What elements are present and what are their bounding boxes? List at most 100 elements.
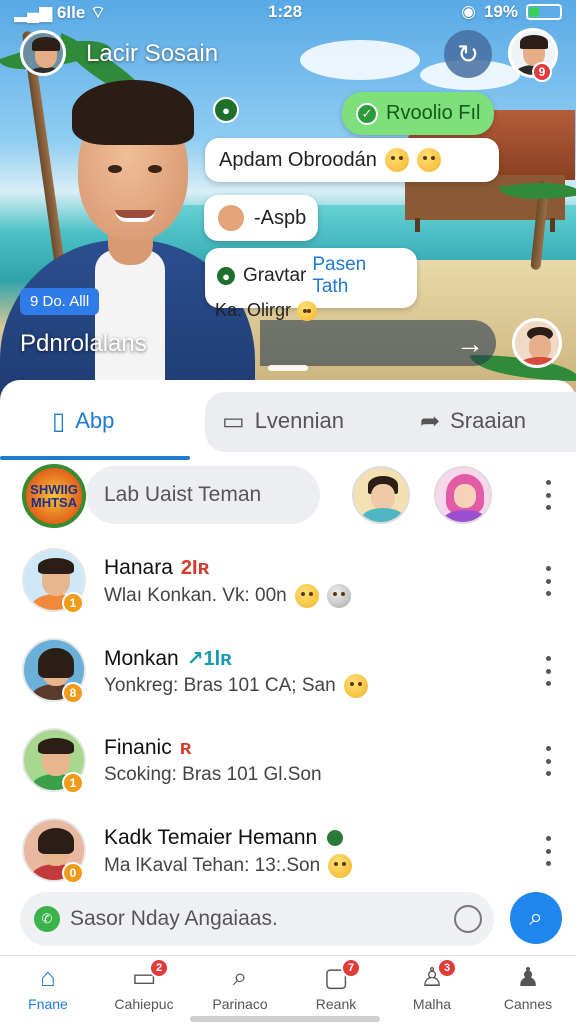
home-indicator	[190, 1016, 380, 1022]
chat-bubble-small[interactable]: -Aspb	[204, 195, 319, 241]
list-item[interactable]: 1 Hanara 2Iʀ Wlaı Konkan. Vk: 00n	[0, 540, 576, 630]
level-chip: 9 Do. Alll	[20, 288, 100, 315]
username: Lacir Sosain	[86, 40, 219, 67]
battery-percent: 19%	[483, 2, 518, 21]
contact-name: Hanara	[104, 556, 173, 579]
tab-label: Lvennian	[254, 408, 344, 433]
more-options-icon[interactable]	[540, 746, 556, 776]
game-bubble-highlight: Pasen Tath	[312, 254, 367, 297]
search-bar[interactable]: ✆ Sasor Nday Angaiaas.	[20, 892, 494, 946]
more-options-icon[interactable]	[540, 656, 556, 686]
more-options-icon[interactable]	[540, 836, 556, 866]
more-options-icon[interactable]	[540, 566, 556, 596]
nav-badge: 2	[149, 958, 169, 978]
list-item[interactable]: 1 Finanic ʀ Scoking: Bras 101 Gl.Son	[0, 720, 576, 810]
emoji-icon	[328, 854, 353, 878]
tab-share[interactable]: ➦ Sraaian	[420, 390, 526, 452]
game-icon	[325, 828, 346, 848]
contact-subtitle: Wlaı Konkan. Vk: 00n	[104, 585, 287, 606]
nav-badge: 7	[341, 958, 361, 978]
friend-mini-avatar	[216, 203, 246, 233]
contact-sub-wrap: Scoking: Bras 101 Gl.Son	[104, 764, 322, 786]
tab-label: Sraaian	[450, 408, 526, 433]
friend-avatar[interactable]	[352, 466, 410, 524]
nav-label: Cannes	[503, 996, 553, 1012]
nav-messages[interactable]: ▢ 7 Reank	[288, 958, 384, 1022]
contact-tag: ↗1lʀ	[186, 648, 232, 670]
book-icon: ▯	[52, 407, 66, 435]
search-icon: ⌕	[232, 961, 248, 991]
skull-emoji-icon	[326, 584, 351, 608]
game-bubble[interactable]: ● Gravtar Pasen Tath Ka. Olirgr	[205, 248, 417, 321]
nav-home[interactable]: ⌂ Fnane	[0, 962, 96, 1022]
alarm-icon: ◉	[461, 2, 476, 21]
tab-app[interactable]: ▯ Abp	[52, 390, 114, 452]
sync-icon[interactable]: ↻	[444, 30, 492, 78]
nav-notifications[interactable]: ♙ 3 Malha	[384, 958, 480, 1022]
contact-name: Monkan	[104, 646, 179, 670]
contact-sub-wrap: Ma lKaval Tehan: 13:.Son	[104, 854, 353, 878]
status-chip-label: Rvoolio Fıl	[386, 102, 481, 124]
search-icon: ⌕	[529, 904, 543, 931]
contact-sub-wrap: Yonkreg: Bras 101 CA; San	[104, 674, 368, 698]
game-icon: ●	[215, 265, 237, 287]
nav-profile[interactable]: ♟ Cannes	[480, 962, 576, 1022]
contact-name-wrap: Kadk Temaier Hemann	[104, 826, 346, 850]
chat-bubble[interactable]: Apdam Obroodán	[205, 138, 499, 182]
contact-name-wrap: Hanara 2Iʀ	[104, 556, 209, 580]
arrow-right-icon[interactable]: →	[456, 328, 484, 360]
hero-friend-avatar[interactable]	[512, 318, 562, 368]
status-chip[interactable]: ✓ Rvoolio Fıl	[342, 92, 495, 135]
game-bubble-title: Gravtar	[243, 265, 307, 286]
nav-label: Reank	[315, 996, 357, 1012]
contact-subtitle: Ma lKaval Tehan: 13:.Son	[104, 855, 321, 876]
chat-bubble-text: Apdam Obroodán	[219, 148, 377, 171]
list-item[interactable]: 0 Kadk Temaier Hemann Ma lKaval Tehan: 1…	[0, 810, 576, 900]
emoji-icon	[416, 148, 441, 172]
more-options-icon[interactable]	[540, 480, 556, 510]
tab-bar: ▯ Abp ▭ Lvennian ➦ Sraaian	[0, 390, 576, 460]
search-input[interactable]: Sasor Nday Angaiaas.	[70, 907, 278, 931]
battery-icon	[526, 4, 562, 20]
chat-bubble-text: -Aspb	[254, 206, 307, 229]
nav-badge: 3	[437, 958, 457, 978]
contact-badge: 1	[62, 772, 84, 794]
contact-tag: ʀ	[179, 736, 192, 759]
nav-label: Fnane	[28, 996, 68, 1012]
contact-subtitle: Scoking: Bras 101 Gl.Son	[104, 764, 322, 785]
message-icon: ▢ 7	[319, 958, 361, 992]
sheet-drag-handle[interactable]	[268, 365, 308, 371]
user-avatar[interactable]	[20, 30, 66, 76]
top-bar: Lacir Sosain ↻ 9	[20, 28, 560, 82]
featured-row: SHWIIG MHTSA Lab Uaist Teman	[0, 460, 576, 530]
contact-badge: 0	[62, 862, 84, 884]
emoji-icon	[384, 148, 409, 172]
game-bubble-sub: Ka. Olirgr	[215, 300, 292, 320]
share-icon: ➦	[420, 407, 441, 435]
hero-banner: 9 Do. Alll Pdnrolalans → ▂▄▆ 6lle ⌔ 1:28…	[0, 0, 576, 400]
contact-name: Kadk Temaier Hemann	[104, 826, 318, 849]
person-icon: ♟	[516, 961, 540, 992]
nav-label: Parinaco	[212, 996, 268, 1012]
nav-computer[interactable]: ▭ 2 Cahiepuc	[96, 958, 192, 1022]
hero-label: Pdnrolalans	[20, 330, 147, 357]
contact-name: Finanic	[104, 736, 172, 759]
nav-search[interactable]: ⌕ Parinaco	[192, 961, 288, 1022]
chat-bubble-icon: ✆	[34, 906, 60, 932]
friend-avatar[interactable]	[434, 466, 492, 524]
contact-name-wrap: Monkan ↗1lʀ	[104, 646, 232, 671]
game-logo[interactable]: SHWIIG MHTSA	[22, 464, 86, 528]
contact-badge: 1	[62, 592, 84, 614]
search-button[interactable]: ⌕	[510, 892, 562, 944]
contact-badge: 8	[62, 682, 84, 704]
list-item[interactable]: 8 Monkan ↗1lʀ Yonkreg: Bras 101 CA; San	[0, 630, 576, 720]
profile-badge: 9	[532, 62, 552, 82]
tab-messages[interactable]: ▭ Lvennian	[222, 390, 344, 452]
contact-tag: 2Iʀ	[180, 556, 210, 579]
emoji-picker-icon[interactable]	[454, 905, 482, 933]
monitor-icon: ▭ 2	[127, 958, 169, 992]
featured-pill[interactable]: Lab Uaist Teman	[86, 466, 320, 524]
tab-label: Abp	[75, 408, 115, 433]
emoji-icon	[294, 584, 319, 608]
chat-icon: ▭	[222, 407, 245, 435]
